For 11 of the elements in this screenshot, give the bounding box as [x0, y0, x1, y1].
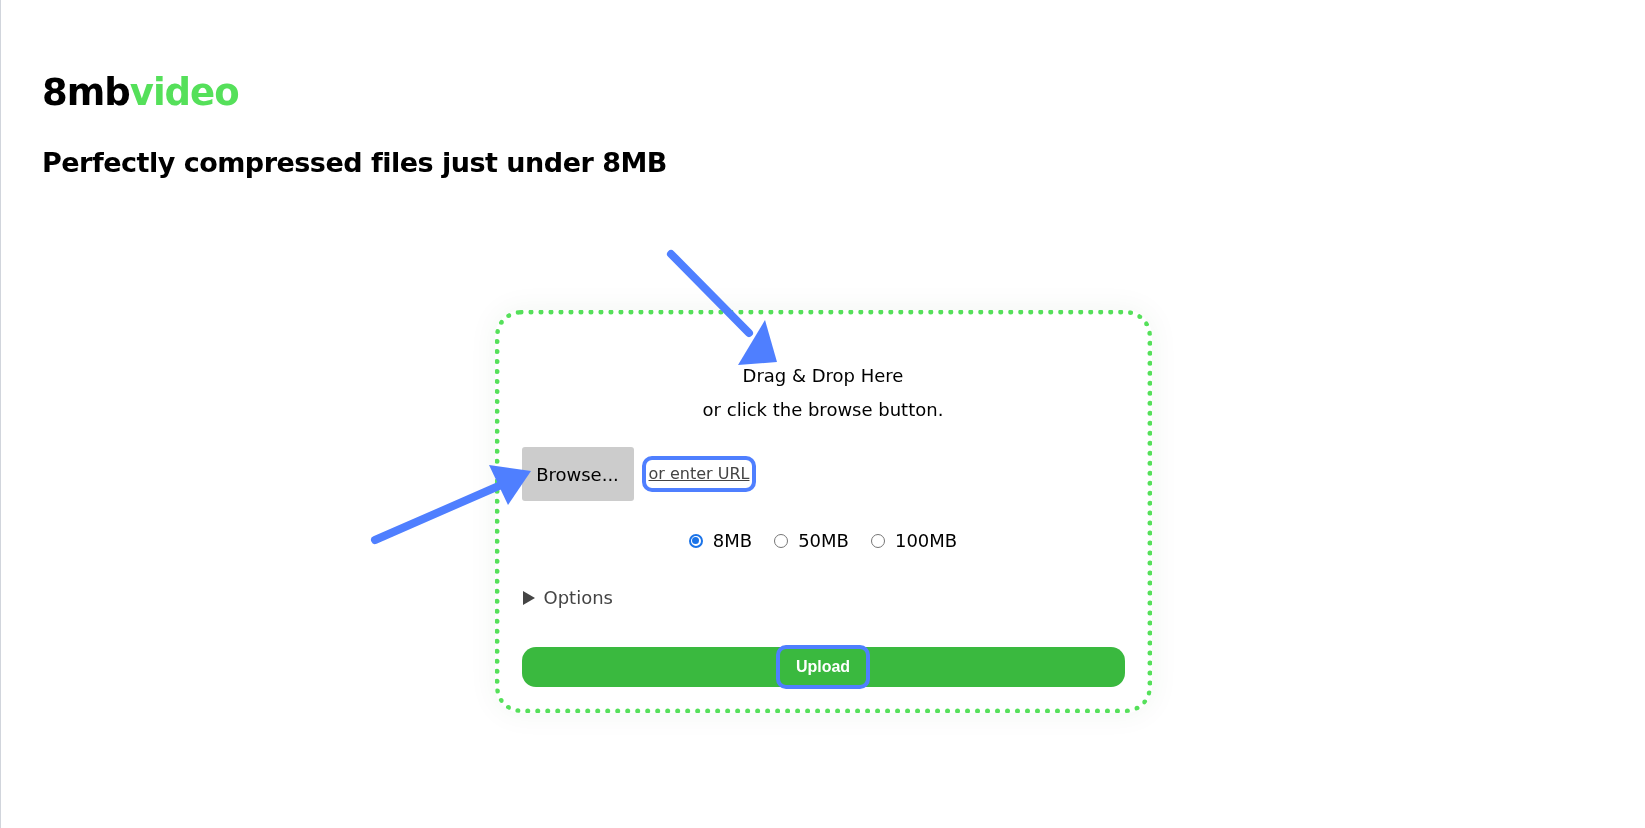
browse-button[interactable]: Browse... — [521, 447, 634, 501]
tagline: Perfectly compressed files just under 8MB — [42, 149, 667, 176]
drop-zone[interactable]: Drag & Drop Here or click the browse button. Browse... or enter URL 8MB 50MB 100MB Options Upload — [494, 310, 1152, 713]
drop-hint: or click the browse button. — [702, 398, 944, 422]
size-option: 50MB — [798, 527, 849, 554]
options-toggle[interactable]: Options — [521, 584, 613, 611]
drop-title: Drag & Drop Here — [742, 364, 904, 388]
size-option: 8MB — [712, 527, 753, 554]
size-option: 100MB — [894, 527, 958, 554]
radio-button[interactable] — [688, 533, 703, 548]
logo: 8mbvideo — [42, 74, 239, 111]
